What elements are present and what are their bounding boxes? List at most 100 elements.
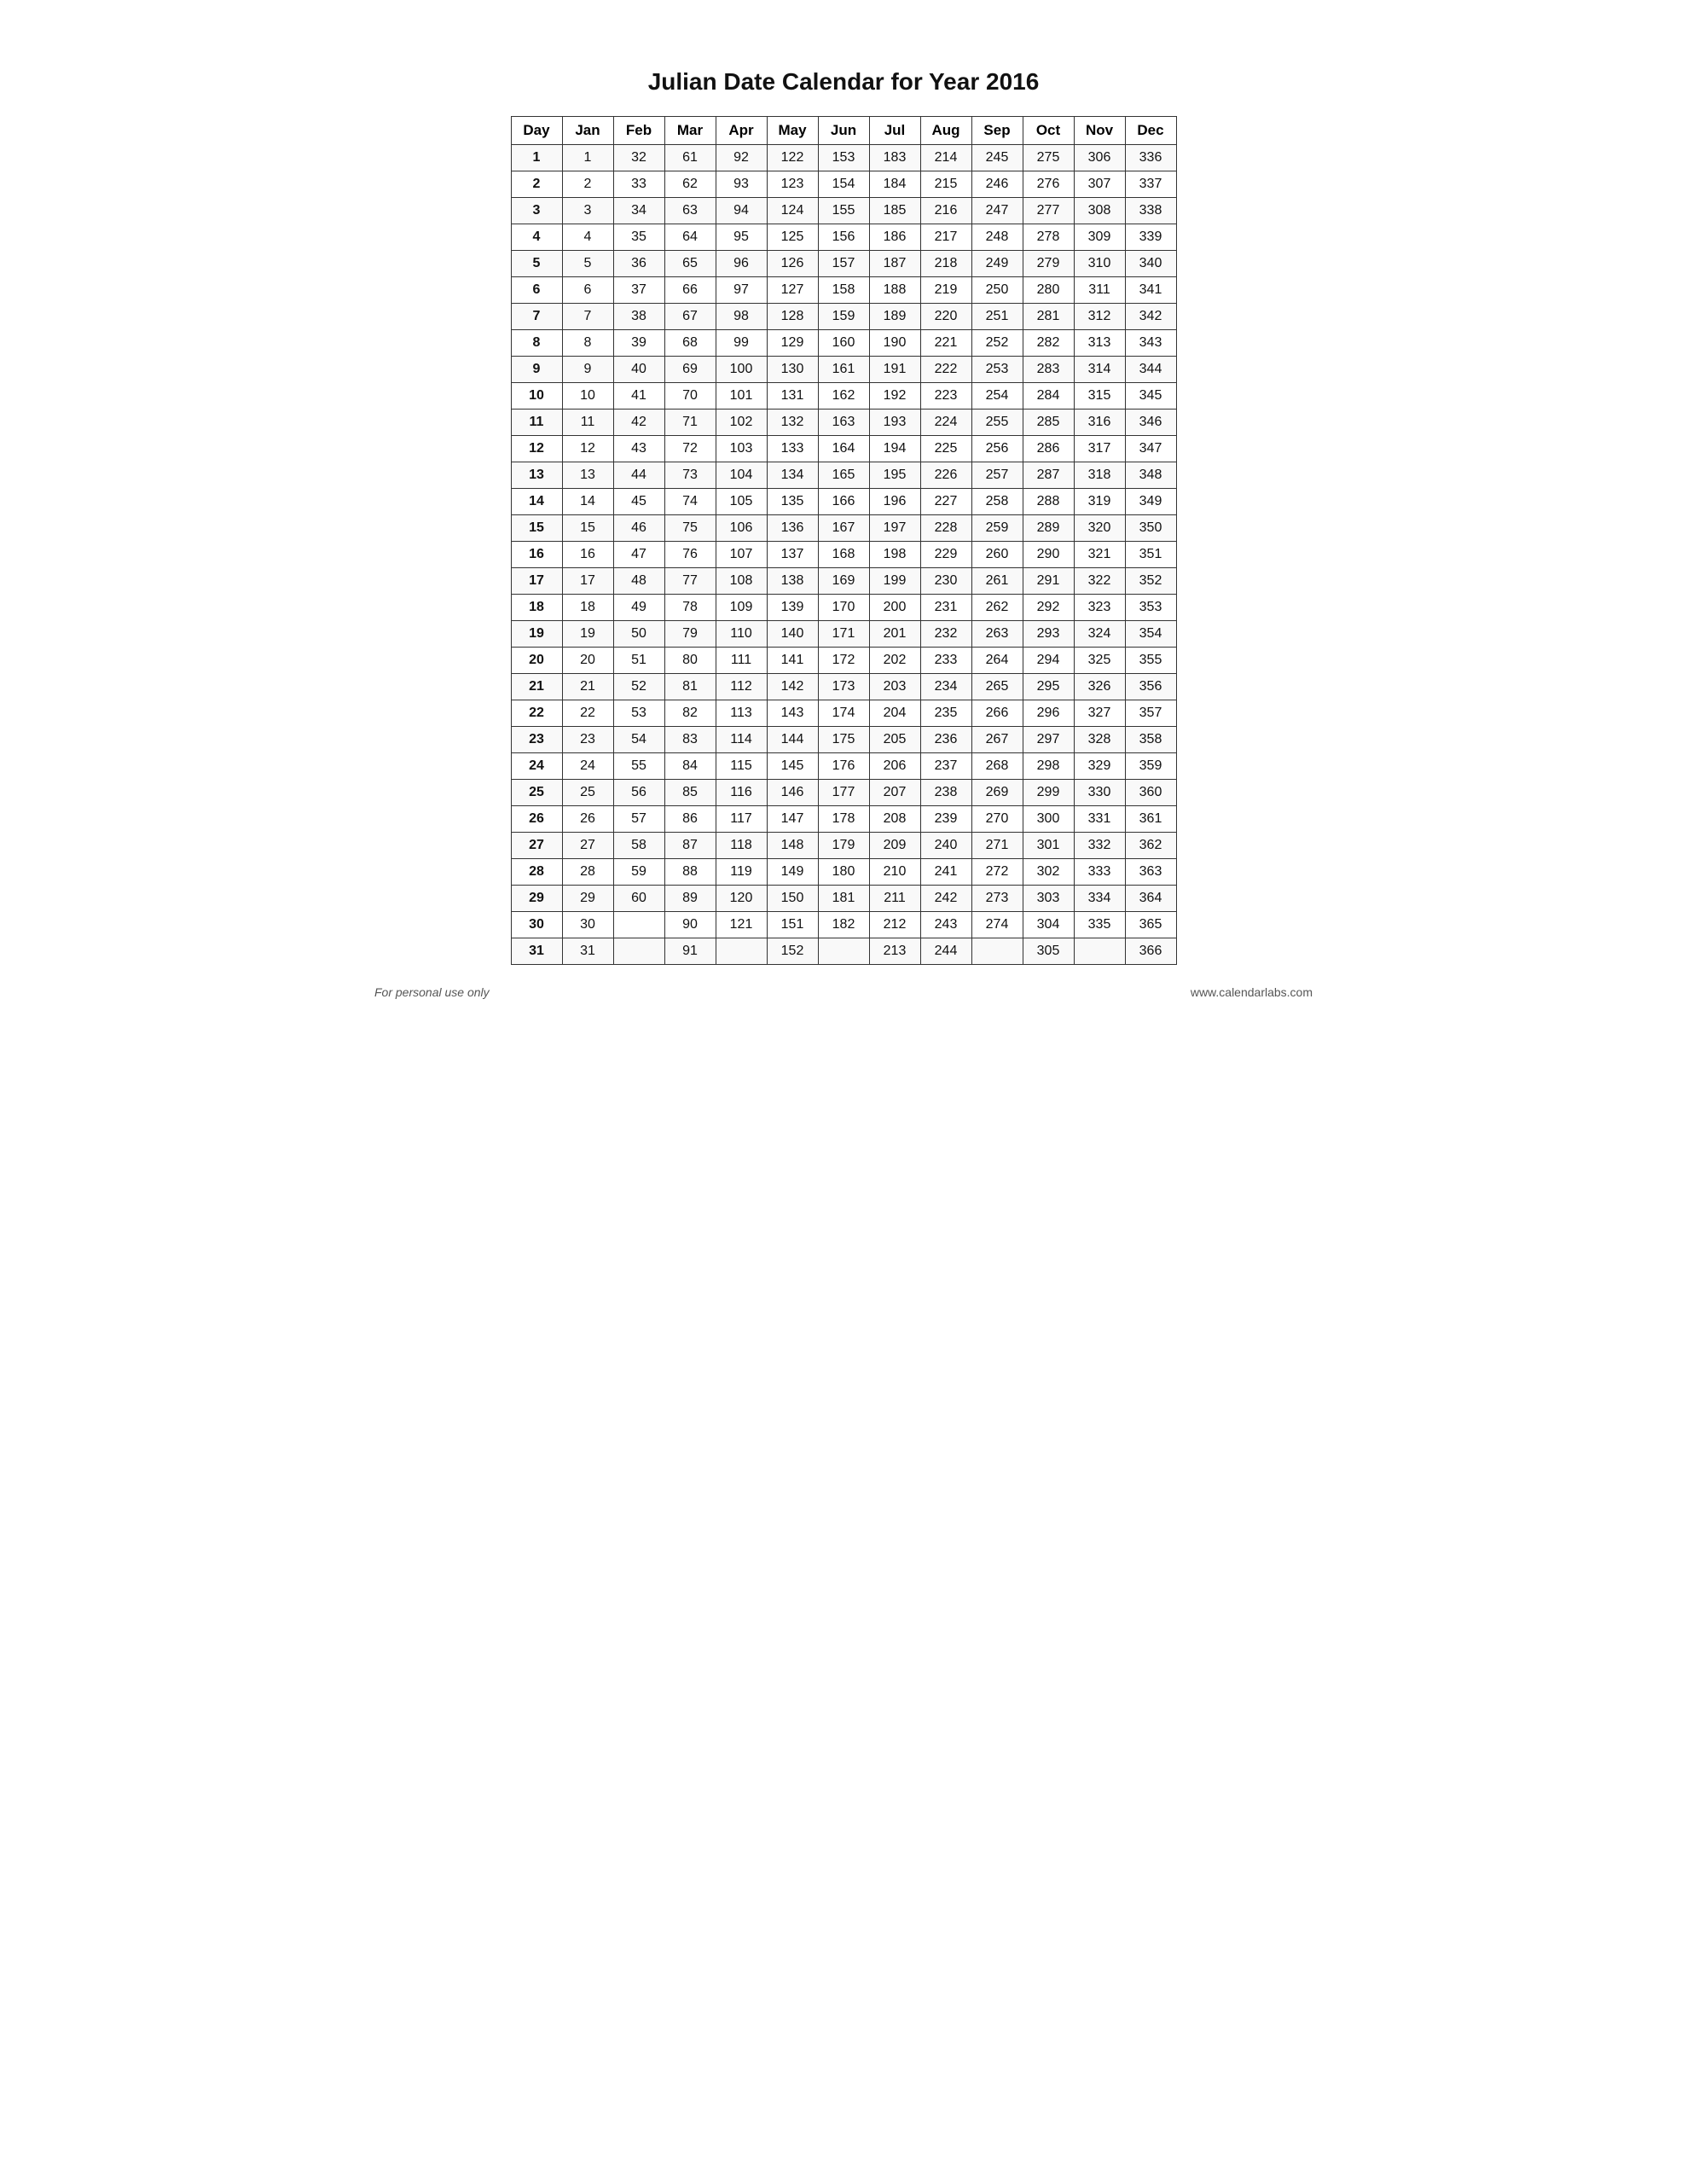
day-number: 25: [511, 780, 562, 806]
julian-value: 324: [1074, 621, 1125, 648]
day-number: 24: [511, 753, 562, 780]
julian-value: 123: [767, 171, 818, 198]
julian-value: 16: [562, 542, 613, 568]
page-title: Julian Date Calendar for Year 2016: [648, 68, 1040, 96]
table-row: 66376697127158188219250280311341: [511, 277, 1176, 304]
julian-value: 180: [818, 859, 869, 886]
julian-value: 297: [1023, 727, 1074, 753]
julian-value: 144: [767, 727, 818, 753]
julian-value: 3: [562, 198, 613, 224]
julian-value: 253: [971, 357, 1023, 383]
julian-value: 258: [971, 489, 1023, 515]
julian-value: 276: [1023, 171, 1074, 198]
julian-value: 98: [716, 304, 767, 330]
julian-value: 38: [613, 304, 664, 330]
julian-value: [971, 938, 1023, 965]
day-number: 5: [511, 251, 562, 277]
column-header-nov: Nov: [1074, 117, 1125, 145]
julian-value: 329: [1074, 753, 1125, 780]
julian-value: 67: [664, 304, 716, 330]
julian-value: 214: [920, 145, 971, 171]
julian-value: 255: [971, 410, 1023, 436]
table-row: 77386798128159189220251281312342: [511, 304, 1176, 330]
julian-value: 299: [1023, 780, 1074, 806]
julian-value: 169: [818, 568, 869, 595]
julian-value: 289: [1023, 515, 1074, 542]
julian-value: 315: [1074, 383, 1125, 410]
julian-value: 203: [869, 674, 920, 700]
julian-value: 162: [818, 383, 869, 410]
julian-value: 248: [971, 224, 1023, 251]
julian-value: 202: [869, 648, 920, 674]
julian-value: 236: [920, 727, 971, 753]
julian-value: 101: [716, 383, 767, 410]
julian-value: 223: [920, 383, 971, 410]
julian-value: 218: [920, 251, 971, 277]
julian-value: 28: [562, 859, 613, 886]
footer: For personal use only www.calendarlabs.c…: [374, 985, 1313, 999]
julian-value: 114: [716, 727, 767, 753]
julian-value: 272: [971, 859, 1023, 886]
julian-calendar-table: DayJanFebMarAprMayJunJulAugSepOctNovDec …: [511, 116, 1177, 965]
julian-value: 93: [716, 171, 767, 198]
table-row: 44356495125156186217248278309339: [511, 224, 1176, 251]
julian-value: 271: [971, 833, 1023, 859]
julian-value: 274: [971, 912, 1023, 938]
julian-value: 237: [920, 753, 971, 780]
julian-value: 138: [767, 568, 818, 595]
julian-value: 65: [664, 251, 716, 277]
column-header-dec: Dec: [1125, 117, 1176, 145]
julian-value: 366: [1125, 938, 1176, 965]
julian-value: 287: [1023, 462, 1074, 489]
julian-value: 277: [1023, 198, 1074, 224]
julian-value: 116: [716, 780, 767, 806]
julian-value: 51: [613, 648, 664, 674]
julian-value: 96: [716, 251, 767, 277]
julian-value: 168: [818, 542, 869, 568]
day-number: 28: [511, 859, 562, 886]
julian-value: 130: [767, 357, 818, 383]
julian-value: 19: [562, 621, 613, 648]
julian-value: 197: [869, 515, 920, 542]
day-number: 16: [511, 542, 562, 568]
julian-value: 118: [716, 833, 767, 859]
julian-value: 14: [562, 489, 613, 515]
julian-value: 20: [562, 648, 613, 674]
julian-value: 87: [664, 833, 716, 859]
julian-value: 61: [664, 145, 716, 171]
julian-value: 207: [869, 780, 920, 806]
julian-value: 39: [613, 330, 664, 357]
table-row: 11326192122153183214245275306336: [511, 145, 1176, 171]
julian-value: 303: [1023, 886, 1074, 912]
julian-value: 15: [562, 515, 613, 542]
table-row: 23235483114144175205236267297328358: [511, 727, 1176, 753]
julian-value: 286: [1023, 436, 1074, 462]
julian-value: 74: [664, 489, 716, 515]
julian-value: 142: [767, 674, 818, 700]
julian-value: 75: [664, 515, 716, 542]
table-row: 14144574105135166196227258288319349: [511, 489, 1176, 515]
table-row: 15154675106136167197228259289320350: [511, 515, 1176, 542]
julian-value: 234: [920, 674, 971, 700]
column-header-apr: Apr: [716, 117, 767, 145]
julian-value: 364: [1125, 886, 1176, 912]
julian-value: 225: [920, 436, 971, 462]
julian-value: 2: [562, 171, 613, 198]
julian-value: 78: [664, 595, 716, 621]
julian-value: 153: [818, 145, 869, 171]
table-row: 26265786117147178208239270300331361: [511, 806, 1176, 833]
julian-value: 362: [1125, 833, 1176, 859]
julian-value: 126: [767, 251, 818, 277]
julian-value: 45: [613, 489, 664, 515]
julian-value: 29: [562, 886, 613, 912]
julian-value: 154: [818, 171, 869, 198]
julian-value: 11: [562, 410, 613, 436]
julian-value: 151: [767, 912, 818, 938]
julian-value: 53: [613, 700, 664, 727]
julian-value: 285: [1023, 410, 1074, 436]
julian-value: 320: [1074, 515, 1125, 542]
julian-value: 211: [869, 886, 920, 912]
julian-value: 222: [920, 357, 971, 383]
julian-value: 22: [562, 700, 613, 727]
julian-value: 81: [664, 674, 716, 700]
